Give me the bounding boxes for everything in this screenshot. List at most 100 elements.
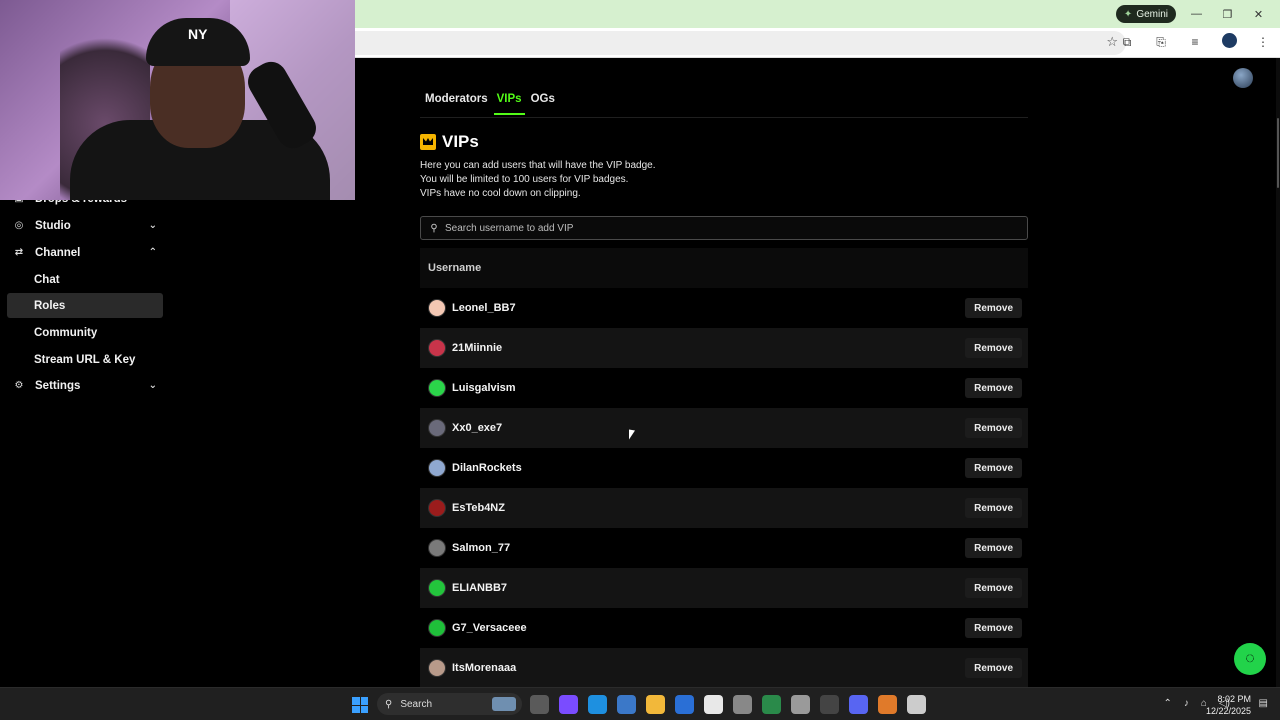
search-icon: ⚲: [430, 222, 438, 234]
remove-button[interactable]: Remove: [965, 498, 1022, 518]
username-label: Leonel_BB7: [452, 302, 516, 314]
taskbar-app-icon[interactable]: [733, 695, 752, 714]
taskbar-app-icon[interactable]: [559, 695, 578, 714]
desc-line: VIPs have no cool down on clipping.: [420, 188, 581, 199]
vip-table: Username Leonel_BB7 Remove 21Miinnie Remove…: [420, 248, 1028, 688]
section-heading: VIPs: [420, 132, 479, 152]
table-row: ELIANBB7 Remove: [420, 568, 1028, 608]
table-row: DilanRockets Remove: [420, 448, 1028, 488]
support-chat-button[interactable]: ◌: [1234, 643, 1266, 675]
username-label: Luisgalvism: [452, 382, 516, 394]
profile-avatar[interactable]: [1220, 33, 1238, 51]
sidebar-item-studio[interactable]: ◎ Studio ⌄: [7, 213, 163, 238]
taskbar-app-icon[interactable]: [907, 695, 926, 714]
table-row: ItsMorenaaa Remove: [420, 648, 1028, 688]
role-tabs: Moderators VIPs OGs: [425, 93, 555, 115]
tab-vips[interactable]: VIPs: [493, 93, 525, 115]
table-row: Leonel_BB7 Remove: [420, 288, 1028, 328]
table-row: Salmon_77 Remove: [420, 528, 1028, 568]
taskbar-app-icon[interactable]: [617, 695, 636, 714]
taskbar-search-label: Search: [400, 698, 433, 710]
username-label: 21Miinnie: [452, 342, 503, 354]
remove-button[interactable]: Remove: [965, 658, 1022, 678]
tab-ogs[interactable]: OGs: [531, 93, 555, 111]
windows-taskbar: ⚲ Search ⌃ ♪ ⌂ ◁) 8:02 PM 12/22/2025 ▤: [0, 687, 1280, 720]
gear-icon: ⚙: [14, 380, 24, 391]
user-avatar-icon: [428, 659, 446, 677]
chevron-up-icon: ⌃: [148, 247, 157, 258]
username-label: ItsMorenaaa: [452, 662, 517, 674]
channel-icon: ⇄: [14, 247, 24, 258]
user-avatar-icon: [428, 539, 446, 557]
vip-search: ⚲: [420, 216, 1028, 240]
start-button[interactable]: [352, 697, 368, 713]
table-row: Xx0_exe7 Remove: [420, 408, 1028, 448]
table-row: G7_Versaceee Remove: [420, 608, 1028, 648]
remove-button[interactable]: Remove: [965, 338, 1022, 358]
sidebar-item-community[interactable]: Community: [7, 320, 163, 345]
window-controls: — ❐ ✕: [1181, 4, 1274, 24]
table-header: Username: [420, 248, 1028, 288]
gemini-button[interactable]: ✦ Gemini: [1115, 5, 1176, 23]
clock-date: 12/22/2025: [1205, 706, 1251, 716]
crown-icon: [420, 134, 436, 150]
menu-kebab-icon[interactable]: ⋮: [1254, 35, 1272, 49]
taskbar-app-icon[interactable]: [820, 695, 839, 714]
sidebar-item-settings[interactable]: ⚙ Settings ⌄: [7, 373, 163, 398]
taskbar-app-icon[interactable]: [646, 695, 665, 714]
taskbar-app-icon[interactable]: [762, 695, 781, 714]
remove-button[interactable]: Remove: [965, 418, 1022, 438]
remove-button[interactable]: Remove: [965, 458, 1022, 478]
taskbar-app-icon[interactable]: [791, 695, 810, 714]
scrollbar-thumb[interactable]: [1277, 118, 1279, 188]
restore-button[interactable]: ❐: [1212, 4, 1243, 24]
notification-bell-icon[interactable]: ▤: [1259, 698, 1268, 709]
user-avatar[interactable]: [1233, 68, 1253, 88]
extensions-icon[interactable]: ⧉: [1118, 35, 1136, 50]
taskbar-apps: [530, 695, 926, 714]
sidebar-item-chat[interactable]: Chat: [7, 267, 163, 292]
username-label: G7_Versaceee: [452, 622, 527, 634]
sidebar-item-roles[interactable]: Roles: [7, 293, 163, 318]
minimize-button[interactable]: —: [1181, 4, 1212, 24]
taskbar-app-icon[interactable]: [675, 695, 694, 714]
reading-list-icon[interactable]: ≡: [1186, 35, 1204, 49]
taskbar-app-icon[interactable]: [704, 695, 723, 714]
taskbar-clock[interactable]: 8:02 PM 12/22/2025: [1206, 693, 1251, 717]
taskbar-app-icon[interactable]: [878, 695, 897, 714]
taskbar-app-icon[interactable]: [849, 695, 868, 714]
sidebar-item-label: Channel: [35, 246, 81, 259]
chevron-up-icon[interactable]: ⌃: [1164, 698, 1172, 709]
username-label: Salmon_77: [452, 542, 511, 554]
gemini-sparkle-icon: ✦: [1123, 8, 1133, 20]
remove-button[interactable]: Remove: [965, 298, 1022, 318]
sidebar-item-label: Settings: [35, 379, 81, 392]
search-input[interactable]: [445, 222, 1027, 234]
table-row: 21Miinnie Remove: [420, 328, 1028, 368]
remove-button[interactable]: Remove: [965, 618, 1022, 638]
webcam-overlay: NY: [0, 0, 355, 200]
taskbar-app-icon[interactable]: [588, 695, 607, 714]
bookmark-star-icon[interactable]: ☆: [1106, 34, 1118, 50]
sidebar-item-channel[interactable]: ⇄ Channel ⌃: [7, 240, 163, 265]
username-label: Xx0_exe7: [452, 422, 503, 434]
sidebar-item-label: Studio: [35, 219, 71, 232]
username-label: ELIANBB7: [452, 582, 508, 594]
cast-icon[interactable]: ⎘: [1152, 35, 1170, 50]
clock-time: 8:02 PM: [1217, 694, 1251, 704]
table-row: Luisgalvism Remove: [420, 368, 1028, 408]
user-avatar-icon: [428, 379, 446, 397]
tab-moderators[interactable]: Moderators: [425, 93, 488, 111]
taskbar-search[interactable]: ⚲ Search: [377, 693, 522, 715]
user-avatar-icon: [428, 419, 446, 437]
remove-button[interactable]: Remove: [965, 538, 1022, 558]
close-window-button[interactable]: ✕: [1243, 4, 1274, 24]
taskbar-app-icon[interactable]: [530, 695, 549, 714]
remove-button[interactable]: Remove: [965, 378, 1022, 398]
table-row: EsTeb4NZ Remove: [420, 488, 1028, 528]
sidebar-item-stream-url[interactable]: Stream URL & Key: [7, 347, 163, 372]
microphone-icon[interactable]: ♪: [1184, 698, 1189, 709]
remove-button[interactable]: Remove: [965, 578, 1022, 598]
tabs-divider: [420, 117, 1028, 118]
user-avatar-icon: [428, 299, 446, 317]
